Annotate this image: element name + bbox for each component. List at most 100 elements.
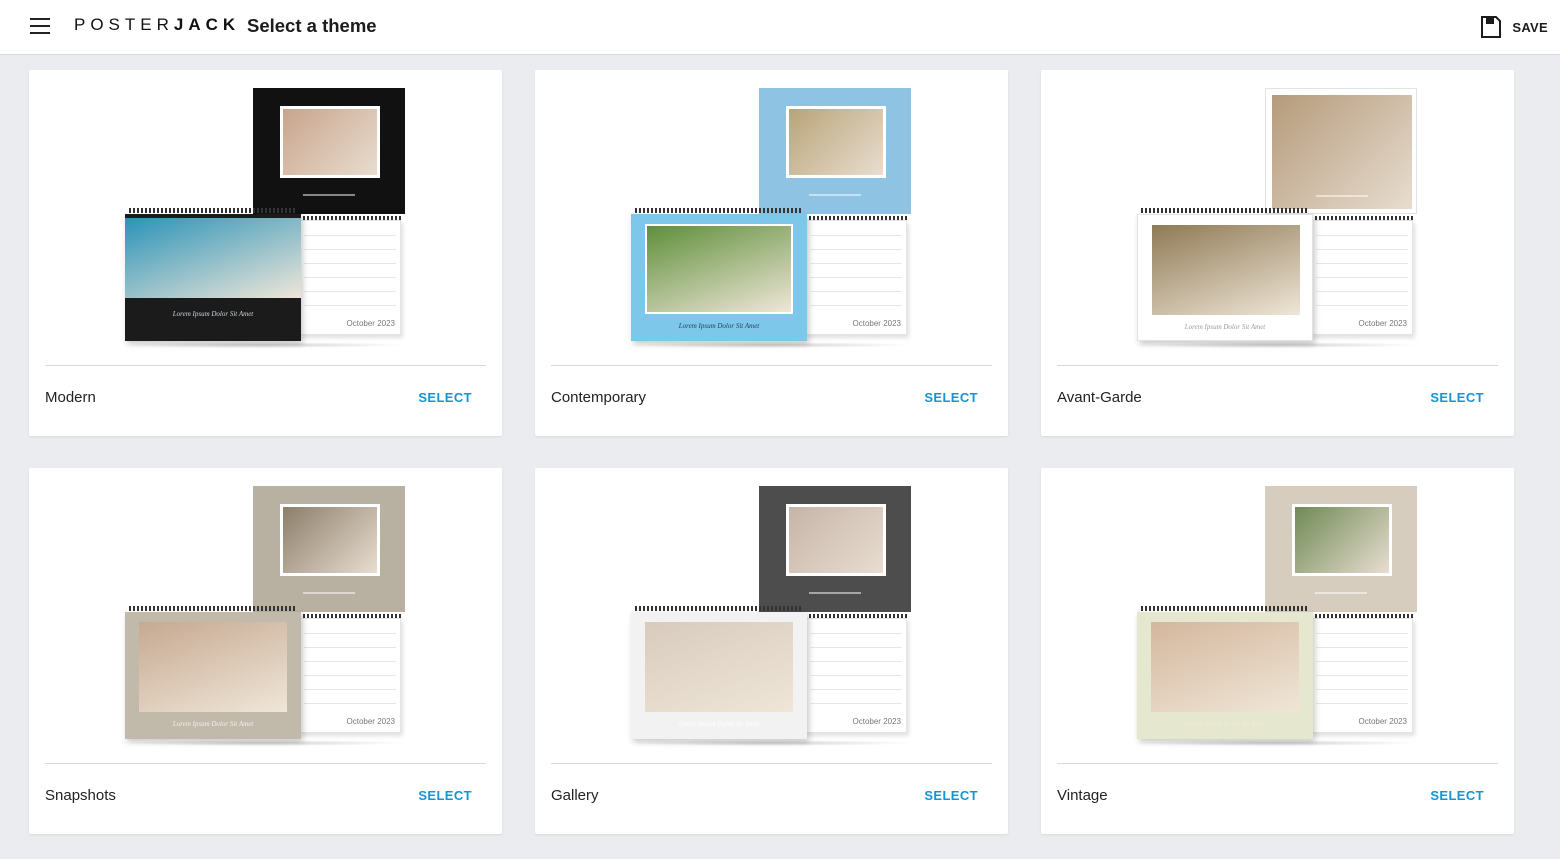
front-page-photo (645, 224, 793, 314)
theme-preview-image[interactable]: October 2023 Lorem Ipsum Dolor Sit Amet (29, 70, 502, 360)
card-divider (551, 365, 992, 366)
page-title: Select a theme (247, 15, 377, 36)
theme-card-gallery[interactable]: October 2023 Lorem Ipsum Dolor Sit Amet … (535, 468, 1008, 834)
calendar-month-label: October 2023 (852, 717, 901, 726)
back-page-caption (809, 194, 861, 196)
save-icon (1481, 16, 1502, 38)
select-button[interactable]: SELECT (924, 390, 978, 405)
theme-preview-image[interactable]: October 2023 Lorem Ipsum Dolor Sit Amet (29, 468, 502, 758)
front-page-caption: Lorem Ipsum Dolor Sit Amet (678, 720, 760, 728)
front-page-caption: Lorem Ipsum Dolor Sit Amet (1184, 323, 1266, 331)
calendar-back-page (1265, 486, 1417, 612)
back-page-caption (303, 592, 355, 594)
posterjack-logo[interactable]: POSTERJACK (74, 15, 240, 37)
back-page-caption (1316, 195, 1368, 197)
back-page-caption (1315, 592, 1367, 594)
calendar-back-page (253, 88, 405, 214)
top-bar: POSTERJACK Select a theme SAVE (0, 0, 1560, 55)
card-divider (45, 365, 486, 366)
front-page-photo (645, 622, 793, 712)
logo-text-bold: JACK (173, 15, 241, 34)
calendar-month-label: October 2023 (1358, 717, 1407, 726)
select-button[interactable]: SELECT (418, 390, 472, 405)
back-page-caption (303, 194, 355, 196)
card-divider (551, 763, 992, 764)
calendar-month-label: October 2023 (852, 319, 901, 328)
front-spiral (635, 606, 803, 611)
front-page-caption: Lorem Ipsum Dolor Sit Amet (678, 322, 760, 330)
front-page-caption: Lorem Ipsum Dolor Sit Amet (1184, 720, 1266, 728)
theme-name: Modern (45, 389, 96, 406)
select-button[interactable]: SELECT (1430, 788, 1484, 803)
front-page-caption: Lorem Ipsum Dolor Sit Amet (172, 310, 254, 318)
preview-shadow (625, 740, 915, 746)
front-spiral (1141, 208, 1309, 213)
calendar-back-page (1265, 88, 1417, 214)
back-page-caption (809, 592, 861, 594)
theme-preview-image[interactable]: October 2023 Lorem Ipsum Dolor Sit Amet (1041, 70, 1514, 360)
front-page-caption: Lorem Ipsum Dolor Sit Amet (172, 720, 254, 728)
theme-grid: October 2023 Lorem Ipsum Dolor Sit Amet … (29, 70, 1514, 834)
calendar-grid-page: October 2023 (1311, 220, 1413, 335)
calendar-month-label: October 2023 (1358, 319, 1407, 328)
preview-shadow (119, 740, 409, 746)
back-page-photo (786, 504, 886, 576)
front-page-photo (125, 218, 301, 298)
front-spiral (129, 208, 297, 213)
back-page-photo (1272, 95, 1412, 209)
back-page-photo (280, 106, 380, 178)
calendar-front-page: Lorem Ipsum Dolor Sit Amet (631, 612, 807, 739)
save-button[interactable]: SAVE (1479, 13, 1548, 41)
calendar-grid-page: October 2023 (299, 220, 401, 335)
back-page-photo (280, 504, 380, 576)
preview-shadow (625, 342, 915, 348)
select-button[interactable]: SELECT (924, 788, 978, 803)
calendar-grid-page: October 2023 (805, 220, 907, 335)
front-page-photo (1152, 225, 1300, 315)
calendar-grid-page: October 2023 (299, 618, 401, 733)
front-spiral (1141, 606, 1309, 611)
calendar-front-page: Lorem Ipsum Dolor Sit Amet (125, 214, 301, 341)
calendar-front-page: Lorem Ipsum Dolor Sit Amet (631, 214, 807, 341)
theme-card-snapshots[interactable]: October 2023 Lorem Ipsum Dolor Sit Amet … (29, 468, 502, 834)
theme-name: Snapshots (45, 787, 116, 804)
calendar-grid-page: October 2023 (1311, 618, 1413, 733)
theme-card-vintage[interactable]: October 2023 Lorem Ipsum Dolor Sit Amet … (1041, 468, 1514, 834)
theme-name: Gallery (551, 787, 599, 804)
theme-card-avant-garde[interactable]: October 2023 Lorem Ipsum Dolor Sit Amet … (1041, 70, 1514, 436)
card-divider (45, 763, 486, 764)
front-spiral (129, 606, 297, 611)
front-page-photo (1151, 622, 1299, 712)
calendar-front-page: Lorem Ipsum Dolor Sit Amet (1137, 612, 1313, 739)
back-page-photo (1292, 504, 1392, 576)
calendar-back-page (759, 88, 911, 214)
preview-shadow (1131, 342, 1421, 348)
select-button[interactable]: SELECT (418, 788, 472, 803)
select-button[interactable]: SELECT (1430, 390, 1484, 405)
front-spiral (635, 208, 803, 213)
theme-preview-image[interactable]: October 2023 Lorem Ipsum Dolor Sit Amet (535, 468, 1008, 758)
preview-shadow (1131, 740, 1421, 746)
theme-preview-image[interactable]: October 2023 Lorem Ipsum Dolor Sit Amet (535, 70, 1008, 360)
back-page-photo (786, 106, 886, 178)
calendar-month-label: October 2023 (346, 319, 395, 328)
theme-name: Vintage (1057, 787, 1108, 804)
logo-text-regular: POSTER (74, 15, 174, 34)
calendar-front-page: Lorem Ipsum Dolor Sit Amet (125, 612, 301, 739)
card-divider (1057, 763, 1498, 764)
theme-preview-image[interactable]: October 2023 Lorem Ipsum Dolor Sit Amet (1041, 468, 1514, 758)
save-label: SAVE (1512, 19, 1548, 35)
calendar-grid-page: October 2023 (805, 618, 907, 733)
card-divider (1057, 365, 1498, 366)
theme-name: Avant-Garde (1057, 389, 1142, 406)
calendar-month-label: October 2023 (346, 717, 395, 726)
hamburger-menu-icon[interactable] (26, 13, 54, 41)
theme-name: Contemporary (551, 389, 647, 406)
calendar-back-page (759, 486, 911, 612)
calendar-back-page (253, 486, 405, 612)
front-page-photo (139, 622, 287, 712)
calendar-front-page: Lorem Ipsum Dolor Sit Amet (1137, 214, 1313, 341)
preview-shadow (119, 342, 409, 348)
theme-card-modern[interactable]: October 2023 Lorem Ipsum Dolor Sit Amet … (29, 70, 502, 436)
theme-card-contemporary[interactable]: October 2023 Lorem Ipsum Dolor Sit Amet … (535, 70, 1008, 436)
